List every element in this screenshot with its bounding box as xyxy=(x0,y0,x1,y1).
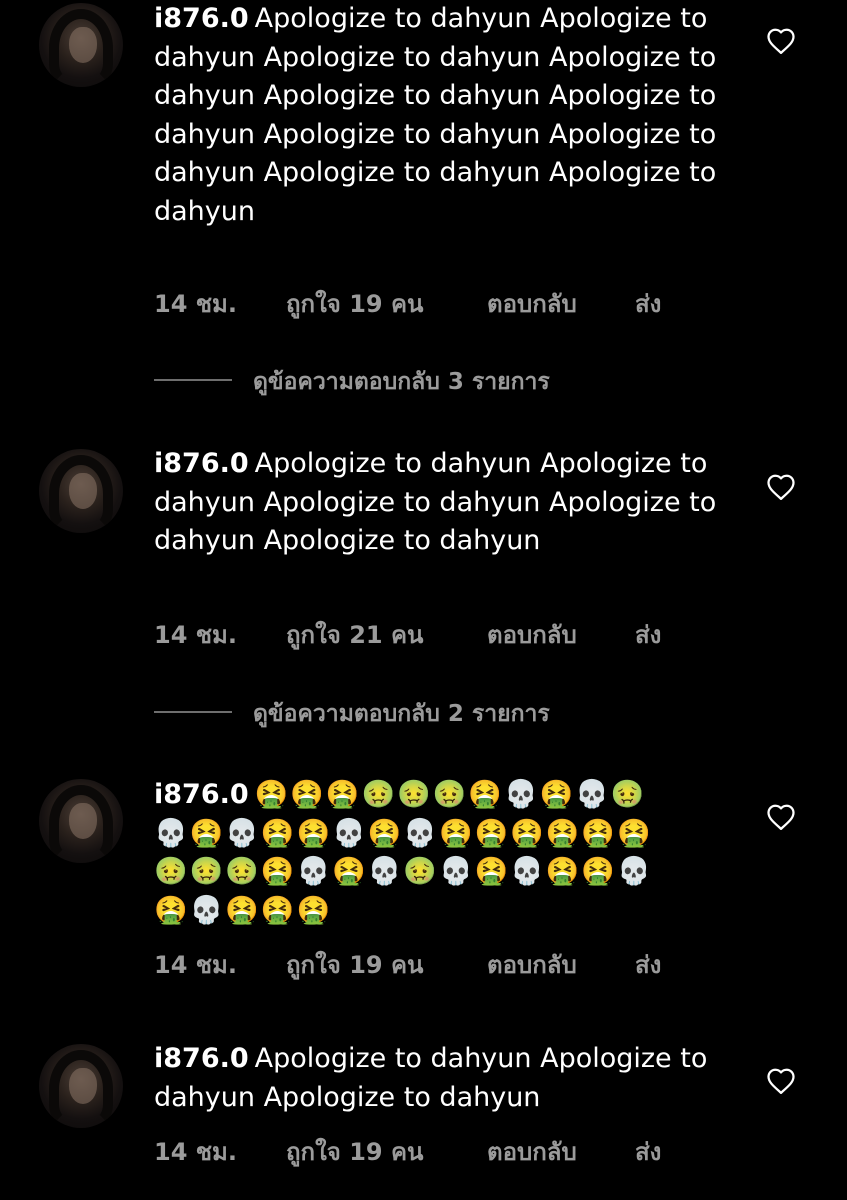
likes-count[interactable]: ถูกใจ 19 คน xyxy=(286,945,423,984)
heart-outline-icon[interactable] xyxy=(766,473,796,501)
comment-body: i876.0 Apologize to dahyun Apologize to d… xyxy=(154,1040,734,1117)
reply-button[interactable]: ตอบกลับ xyxy=(487,1132,577,1171)
likes-count[interactable]: ถูกใจ 19 คน xyxy=(286,1132,423,1171)
avatar[interactable] xyxy=(39,449,123,533)
timestamp: 14 ชม. xyxy=(154,951,237,979)
heart-outline-icon[interactable] xyxy=(766,27,796,55)
username[interactable]: i876.0 xyxy=(154,1043,249,1074)
view-replies-label: ดูข้อความตอบกลับ 3 รายการ xyxy=(253,369,550,395)
send-button[interactable]: ส่ง xyxy=(635,284,661,323)
send-button[interactable]: ส่ง xyxy=(635,1132,661,1171)
comment-body: i876.0 🤮🤮🤮🤢🤢🤢🤮💀🤮💀🤢 💀🤮💀🤮🤮💀🤮💀🤮🤮🤮🤮🤮🤮 🤢🤢🤢🤮💀🤮💀… xyxy=(154,776,754,930)
view-replies-label: ดูข้อความตอบกลับ 2 รายการ xyxy=(253,701,550,727)
username[interactable]: i876.0 xyxy=(154,779,249,810)
heart-outline-icon[interactable] xyxy=(766,1067,796,1095)
username[interactable]: i876.0 xyxy=(154,448,249,479)
emoji-line: 🤮🤮🤮🤢🤢🤢🤮💀🤮💀🤢 xyxy=(254,779,647,810)
avatar[interactable] xyxy=(39,3,123,87)
emoji-line: 🤢🤢🤢🤮💀🤮💀🤢💀🤮💀🤮🤮💀 xyxy=(154,856,653,887)
avatar[interactable] xyxy=(39,779,123,863)
heart-outline-icon[interactable] xyxy=(766,803,796,831)
send-button[interactable]: ส่ง xyxy=(635,615,661,654)
username[interactable]: i876.0 xyxy=(154,3,249,34)
reply-button[interactable]: ตอบกลับ xyxy=(487,284,577,323)
timestamp: 14 ชม. xyxy=(154,621,237,649)
timestamp: 14 ชม. xyxy=(154,1138,237,1166)
divider-line xyxy=(154,711,232,713)
send-button[interactable]: ส่ง xyxy=(635,945,661,984)
reply-button[interactable]: ตอบกลับ xyxy=(487,615,577,654)
comment-body: i876.0 Apologize to dahyun Apologize to d… xyxy=(154,0,734,231)
likes-count[interactable]: ถูกใจ 21 คน xyxy=(286,615,423,654)
avatar[interactable] xyxy=(39,1044,123,1128)
likes-count[interactable]: ถูกใจ 19 คน xyxy=(286,284,423,323)
emoji-line: 🤮💀🤮🤮🤮 xyxy=(154,894,333,926)
comment-text: Apologize to dahyun Apologize to dahyun … xyxy=(154,3,717,227)
emoji-line: 💀🤮💀🤮🤮💀🤮💀🤮🤮🤮🤮🤮🤮 xyxy=(154,817,653,849)
timestamp: 14 ชม. xyxy=(154,290,237,318)
comment-body: i876.0 Apologize to dahyun Apologize to d… xyxy=(154,445,734,561)
reply-button[interactable]: ตอบกลับ xyxy=(487,945,577,984)
divider-line xyxy=(154,379,232,381)
